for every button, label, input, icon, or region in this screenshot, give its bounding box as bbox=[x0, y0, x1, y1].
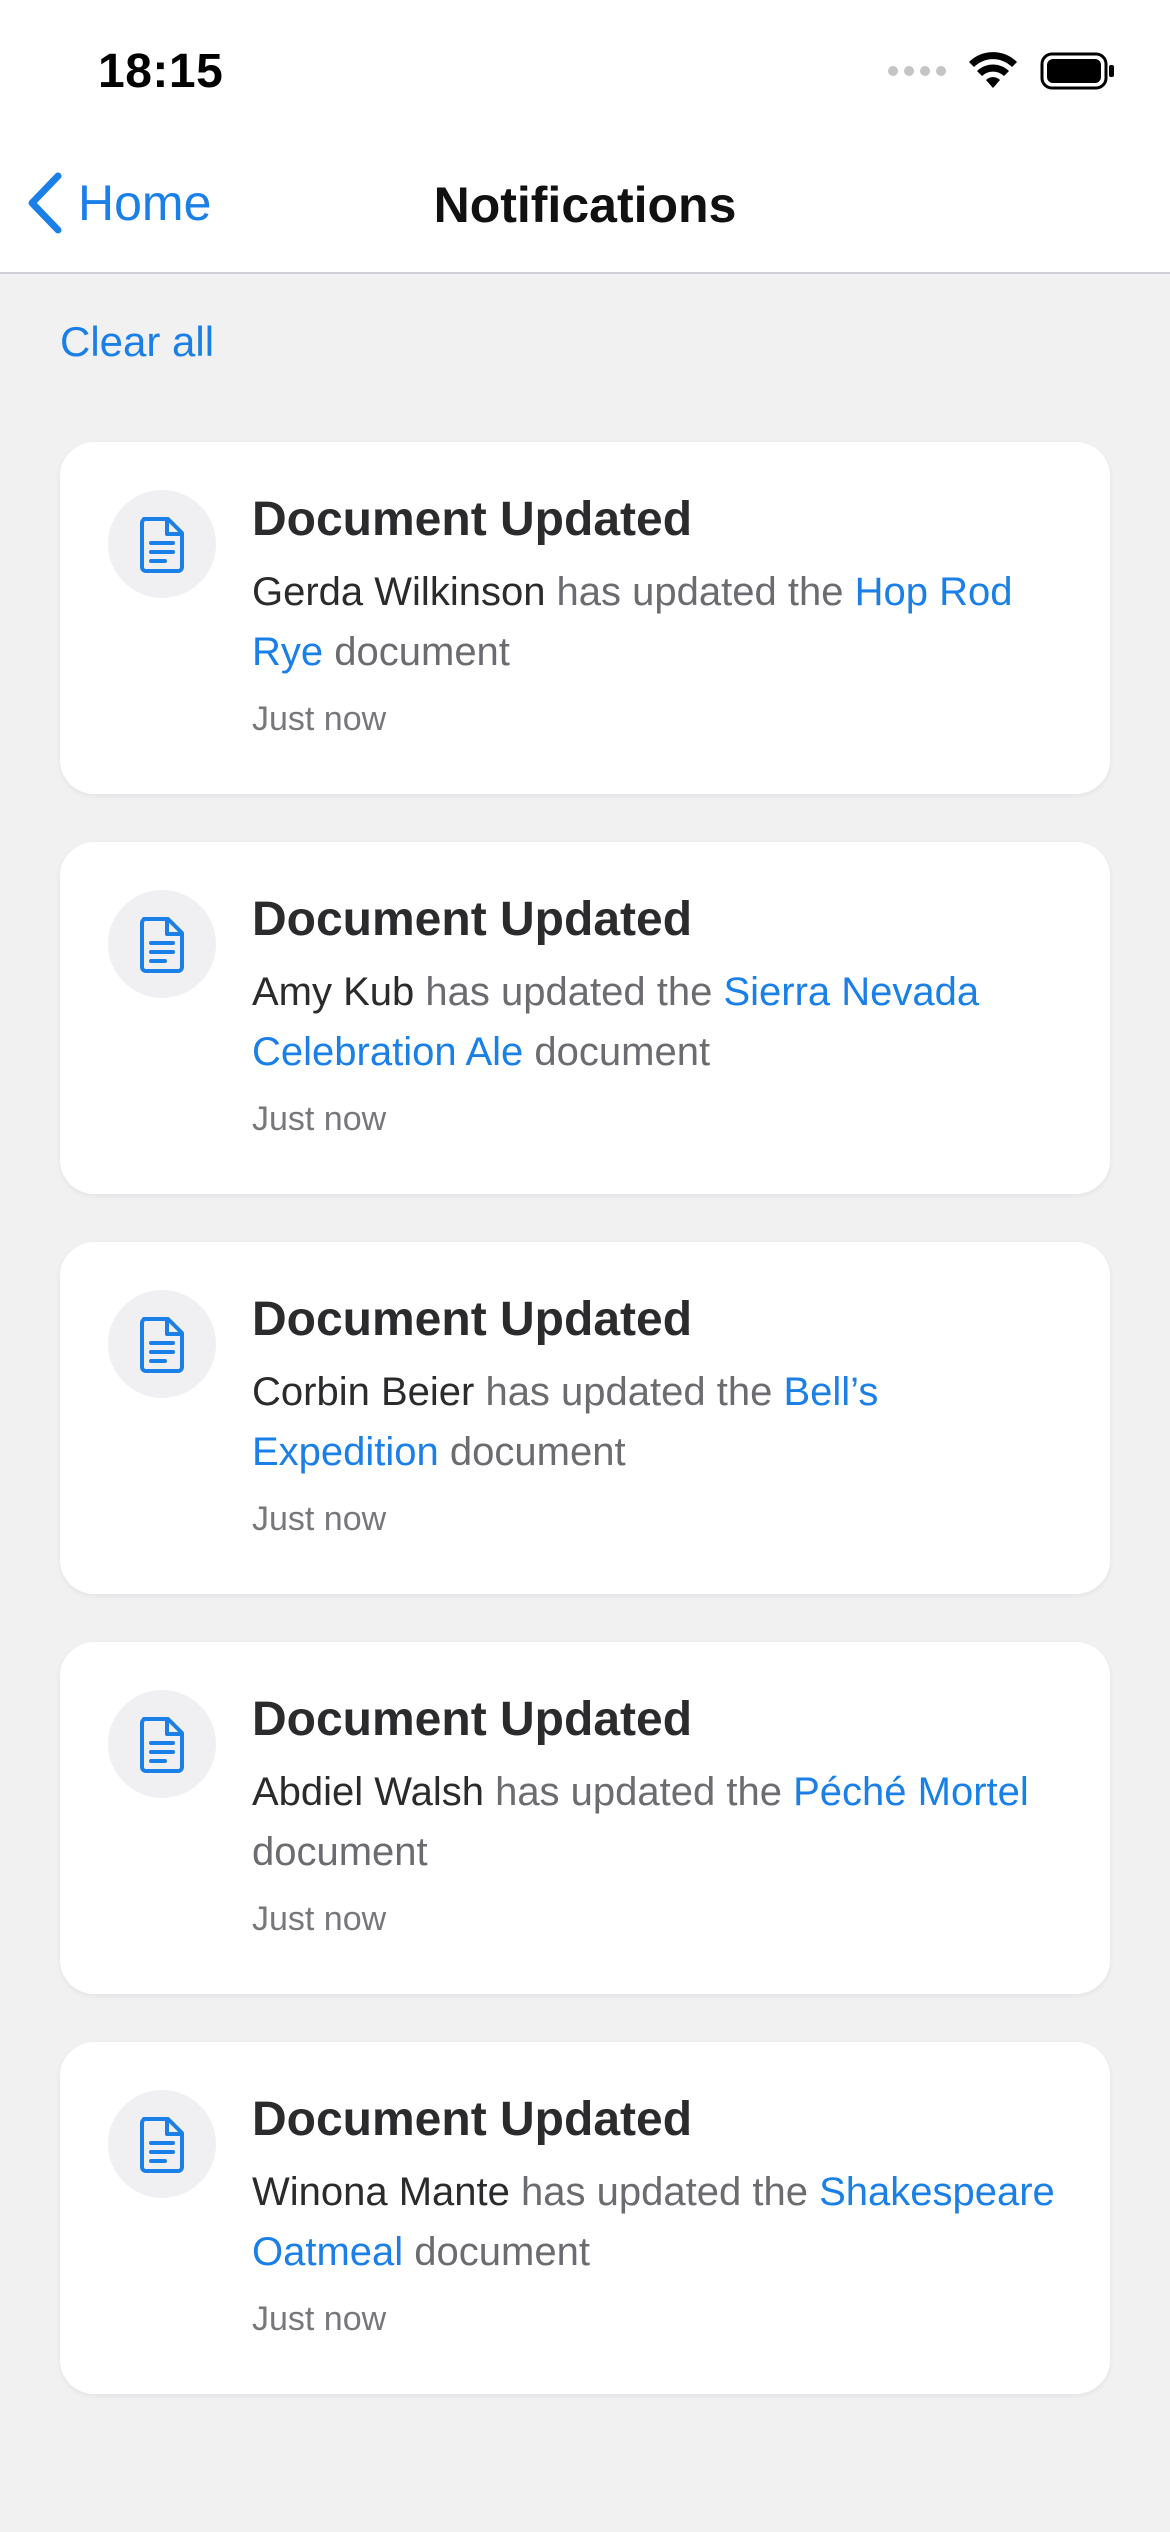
notification-suffix: document bbox=[252, 1830, 428, 1874]
notification-actor: Corbin Beier bbox=[252, 1370, 475, 1414]
notification-verb: has updated the bbox=[414, 970, 724, 1014]
notification-icon-badge bbox=[108, 2090, 216, 2198]
notification-card[interactable]: Document Updated Gerda Wilkinson has upd… bbox=[60, 442, 1110, 794]
battery-icon bbox=[1040, 52, 1114, 90]
notification-verb: has updated the bbox=[483, 1770, 794, 1814]
clear-all-button[interactable]: Clear all bbox=[60, 318, 214, 366]
document-icon bbox=[140, 1317, 184, 1373]
notification-timestamp: Just now bbox=[252, 2300, 387, 2338]
document-icon bbox=[140, 917, 184, 973]
notification-message: Gerda Wilkinson has updated the Hop Rod … bbox=[252, 562, 1060, 682]
status-time: 18:15 bbox=[98, 45, 224, 98]
notification-body: Document Updated Gerda Wilkinson has upd… bbox=[252, 492, 1060, 739]
notification-card[interactable]: Document Updated Abdiel Walsh has update… bbox=[60, 1642, 1110, 1994]
document-icon bbox=[140, 1717, 184, 1773]
notification-title: Document Updated bbox=[252, 893, 693, 946]
notification-verb: has updated the bbox=[509, 2170, 820, 2214]
notification-timestamp: Just now bbox=[252, 1900, 387, 1938]
notification-card[interactable]: Document Updated Winona Mante has update… bbox=[60, 2042, 1110, 2394]
notification-actor: Gerda Wilkinson bbox=[252, 570, 546, 614]
notification-timestamp: Just now bbox=[252, 1500, 387, 1538]
notification-card[interactable]: Document Updated Amy Kub has updated the… bbox=[60, 842, 1110, 1194]
notification-suffix: document bbox=[438, 1430, 626, 1474]
notification-icon-badge bbox=[108, 890, 216, 998]
notification-actor: Winona Mante bbox=[252, 2170, 510, 2214]
notification-title: Document Updated bbox=[252, 2093, 693, 2146]
notification-suffix: document bbox=[523, 1030, 711, 1074]
notification-message: Amy Kub has updated the Sierra Nevada Ce… bbox=[252, 962, 1060, 1082]
notification-suffix: document bbox=[323, 630, 510, 674]
document-icon bbox=[140, 517, 184, 573]
notification-message: Winona Mante has updated the Shakespeare… bbox=[252, 2162, 1060, 2282]
notification-actor: Amy Kub bbox=[252, 970, 415, 1014]
notification-timestamp: Just now bbox=[252, 1100, 387, 1138]
notification-body: Document Updated Abdiel Walsh has update… bbox=[252, 1692, 1060, 1939]
notification-title: Document Updated bbox=[252, 1693, 693, 1746]
notification-verb: has updated the bbox=[545, 570, 855, 614]
notification-card[interactable]: Document Updated Corbin Beier has update… bbox=[60, 1242, 1110, 1594]
document-icon bbox=[140, 2117, 184, 2173]
notification-list: Document Updated Gerda Wilkinson has upd… bbox=[60, 442, 1110, 2394]
notification-message: Corbin Beier has updated the Bell’s Expe… bbox=[252, 1362, 1060, 1482]
notification-title: Document Updated bbox=[252, 493, 693, 546]
page-title: Notifications bbox=[433, 177, 737, 233]
status-indicators bbox=[888, 52, 1116, 90]
notification-body: Document Updated Amy Kub has updated the… bbox=[252, 892, 1060, 1139]
notification-icon-badge bbox=[108, 490, 216, 598]
notification-icon-badge bbox=[108, 1690, 216, 1798]
notification-suffix: document bbox=[403, 2230, 590, 2274]
wifi-icon bbox=[969, 52, 1017, 88]
document-link[interactable]: Péché Mortel bbox=[793, 1770, 1029, 1814]
notification-icon-badge bbox=[108, 1290, 216, 1398]
header: 18:15 Home Notifications bbox=[0, 0, 1170, 274]
notification-actor: Abdiel Walsh bbox=[252, 1770, 484, 1814]
notification-verb: has updated the bbox=[474, 1370, 784, 1414]
notification-message: Abdiel Walsh has updated the Péché Morte… bbox=[252, 1762, 1060, 1882]
notification-title: Document Updated bbox=[252, 1293, 693, 1346]
notification-body: Document Updated Corbin Beier has update… bbox=[252, 1292, 1060, 1539]
notification-timestamp: Just now bbox=[252, 700, 387, 738]
cellular-signal-icon bbox=[888, 66, 946, 76]
notification-body: Document Updated Winona Mante has update… bbox=[252, 2092, 1060, 2339]
